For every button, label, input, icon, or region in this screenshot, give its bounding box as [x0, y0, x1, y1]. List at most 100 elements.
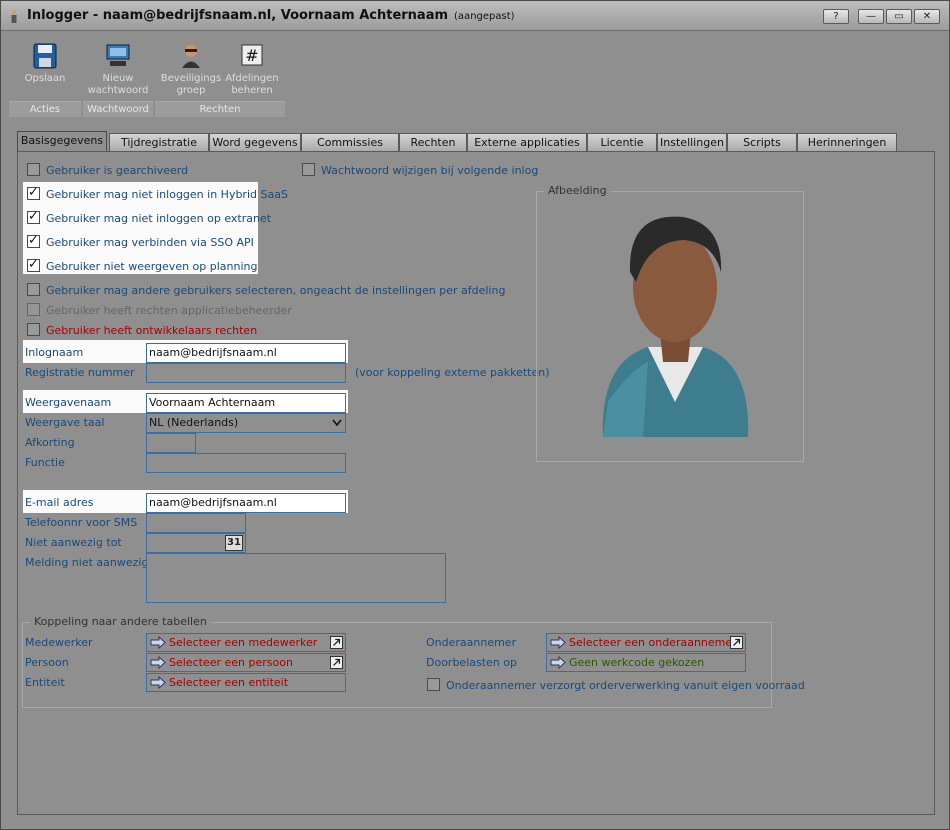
tab-tijdregistratie[interactable]: Tijdregistratie [109, 133, 209, 152]
basisgegevens-panel: Gebruiker is gearchiveerd Wachtwoord wij… [17, 151, 935, 815]
tab-externe-applicaties[interactable]: Externe applicaties [467, 133, 587, 152]
applicatiebeheerder-label: Gebruiker heeft rechten applicatiebeheer… [46, 304, 292, 317]
maximize-button[interactable]: ▭ [886, 9, 912, 24]
tab-word-gegevens[interactable]: Word gegevens [209, 133, 301, 152]
inlognaam-input[interactable]: naam@bedrijfsnaam.nl [146, 343, 346, 363]
minimize-button[interactable]: — [858, 9, 884, 24]
afkorting-input[interactable] [146, 433, 196, 453]
help-button[interactable]: ? [823, 9, 849, 24]
arrow-right-icon [550, 656, 566, 669]
melding-textarea[interactable] [146, 553, 446, 603]
tab-scripts[interactable]: Scripts [727, 133, 797, 152]
taal-label: Weergave taal [25, 416, 105, 429]
afwezig-label: Niet aanwezig tot [25, 536, 122, 549]
ribbon-group-wachtwoord: Wachtwoord [83, 101, 153, 117]
save-button[interactable]: Opslaan [12, 43, 78, 85]
voorraad-checkbox[interactable] [427, 678, 440, 691]
doorbelasten-label: Doorbelasten op [426, 656, 517, 669]
close-button[interactable]: ✕ [914, 9, 940, 24]
arrow-right-icon [150, 636, 166, 649]
afkorting-label: Afkorting [25, 436, 75, 449]
hybrid-saas-label: Gebruiker mag niet inloggen in Hybrid Sa… [46, 188, 288, 201]
tab-basisgegevens[interactable]: Basisgegevens [17, 131, 107, 153]
afbeelding-title: Afbeelding [544, 184, 611, 197]
security-group-label: Beveiligings groep [160, 73, 222, 96]
new-password-label: Nieuw wachtwoord [87, 73, 149, 96]
doorbelasten-select-text: Geen werkcode gekozen [569, 656, 705, 669]
new-password-button[interactable]: Nieuw wachtwoord [85, 43, 151, 97]
sso-label: Gebruiker mag verbinden via SSO API [46, 236, 254, 249]
registratie-input[interactable] [146, 363, 346, 383]
title-bar: Inlogger - naam@bedrijfsnaam.nl, Voornaa… [1, 1, 949, 31]
persoon-select-text: Selecteer een persoon [169, 656, 293, 669]
keyboard-icon [106, 44, 130, 66]
tab-rechten[interactable]: Rechten [399, 133, 467, 152]
persoon-label: Persoon [25, 656, 69, 669]
arrow-right-icon [150, 676, 166, 689]
melding-label: Melding niet aanwezig [25, 556, 149, 569]
svg-text:#: # [245, 46, 258, 65]
manage-departments-button[interactable]: # Afdelingen beheren [219, 43, 285, 97]
onderaannemer-select-text: Selecteer een onderaannemer [569, 636, 737, 649]
medewerker-select-button[interactable]: Selecteer een medewerker [146, 633, 346, 652]
weergavenaam-label: Weergavenaam [25, 396, 112, 409]
entiteit-label: Entiteit [25, 676, 65, 689]
calendar-button[interactable]: 31 [225, 535, 243, 551]
registratie-label: Registratie nummer [25, 366, 135, 379]
andere-gebruikers-label: Gebruiker mag andere gebruikers selecter… [46, 284, 506, 297]
weergavenaam-input[interactable]: Voornaam Achternaam [146, 393, 346, 413]
planning-label: Gebruiker niet weergeven op planning [46, 260, 258, 273]
arrow-right-icon [150, 656, 166, 669]
taal-select[interactable]: NL (Nederlands) [146, 413, 346, 433]
applicatiebeheerder-checkbox[interactable] [27, 303, 40, 316]
security-group-button[interactable]: Beveiligings groep [158, 43, 224, 97]
open-link-icon[interactable] [330, 656, 343, 669]
functie-label: Functie [25, 456, 65, 469]
hybrid-saas-checkbox[interactable] [27, 185, 40, 200]
window-title-text: Inlogger - naam@bedrijfsnaam.nl, Voornaa… [27, 8, 449, 23]
ribbon-group-rechten: Rechten [155, 101, 285, 117]
gearchiveerd-checkbox[interactable] [27, 163, 40, 176]
functie-input[interactable] [146, 453, 346, 473]
save-button-label: Opslaan [24, 73, 66, 84]
sms-input[interactable] [146, 513, 246, 533]
tab-licentie[interactable]: Licentie [587, 133, 657, 152]
medewerker-label: Medewerker [25, 636, 93, 649]
arrow-right-icon [550, 636, 566, 649]
wachtwoord-wijzigen-label: Wachtwoord wijzigen bij volgende inlog [321, 164, 539, 177]
sso-checkbox[interactable] [27, 233, 40, 248]
tab-commissies[interactable]: Commissies [301, 133, 399, 152]
persoon-select-button[interactable]: Selecteer een persoon [146, 653, 346, 672]
chevron-down-icon [332, 419, 342, 427]
open-link-icon[interactable] [730, 636, 743, 649]
extranet-checkbox[interactable] [27, 209, 40, 224]
tab-herinneringen[interactable]: Herinneringen [797, 133, 897, 152]
wachtwoord-wijzigen-checkbox[interactable] [302, 163, 315, 176]
email-input[interactable]: naam@bedrijfsnaam.nl [146, 493, 346, 513]
sms-label: Telefoonnr voor SMS [25, 516, 138, 529]
window-title: Inlogger - naam@bedrijfsnaam.nl, Voornaa… [27, 8, 515, 23]
ontwikkelaars-checkbox[interactable] [27, 323, 40, 336]
app-window: Inlogger - naam@bedrijfsnaam.nl, Voornaa… [0, 0, 950, 830]
calendar-icon: 31 [227, 537, 241, 548]
tab-instellingen[interactable]: Instellingen [657, 133, 727, 152]
inlognaam-label: Inlognaam [25, 346, 84, 359]
planning-checkbox[interactable] [27, 257, 40, 272]
doorbelasten-select-button[interactable]: Geen werkcode gekozen [546, 653, 746, 672]
ribbon-group-acties: Acties [9, 101, 81, 117]
floppy-disk-icon [33, 43, 57, 69]
ontwikkelaars-label: Gebruiker heeft ontwikkelaars rechten [46, 324, 258, 337]
user-avatar-image[interactable] [588, 202, 763, 442]
open-link-icon[interactable] [330, 636, 343, 649]
manage-departments-label: Afdelingen beheren [225, 73, 279, 96]
onderaannemer-select-button[interactable]: Selecteer een onderaannemer [546, 633, 746, 652]
taal-select-value: NL (Nederlands) [149, 416, 239, 429]
email-label: E-mail adres [25, 496, 94, 509]
user-icon [11, 9, 17, 23]
voorraad-label: Onderaannemer verzorgt orderverwerking v… [446, 679, 805, 692]
andere-gebruikers-checkbox[interactable] [27, 283, 40, 296]
entiteit-select-button[interactable]: Selecteer een entiteit [146, 673, 346, 692]
ribbon: Opslaan Nieuw wachtwoord Beveiligings gr… [9, 37, 285, 117]
hash-icon: # [241, 44, 263, 66]
entiteit-select-text: Selecteer een entiteit [169, 676, 289, 689]
